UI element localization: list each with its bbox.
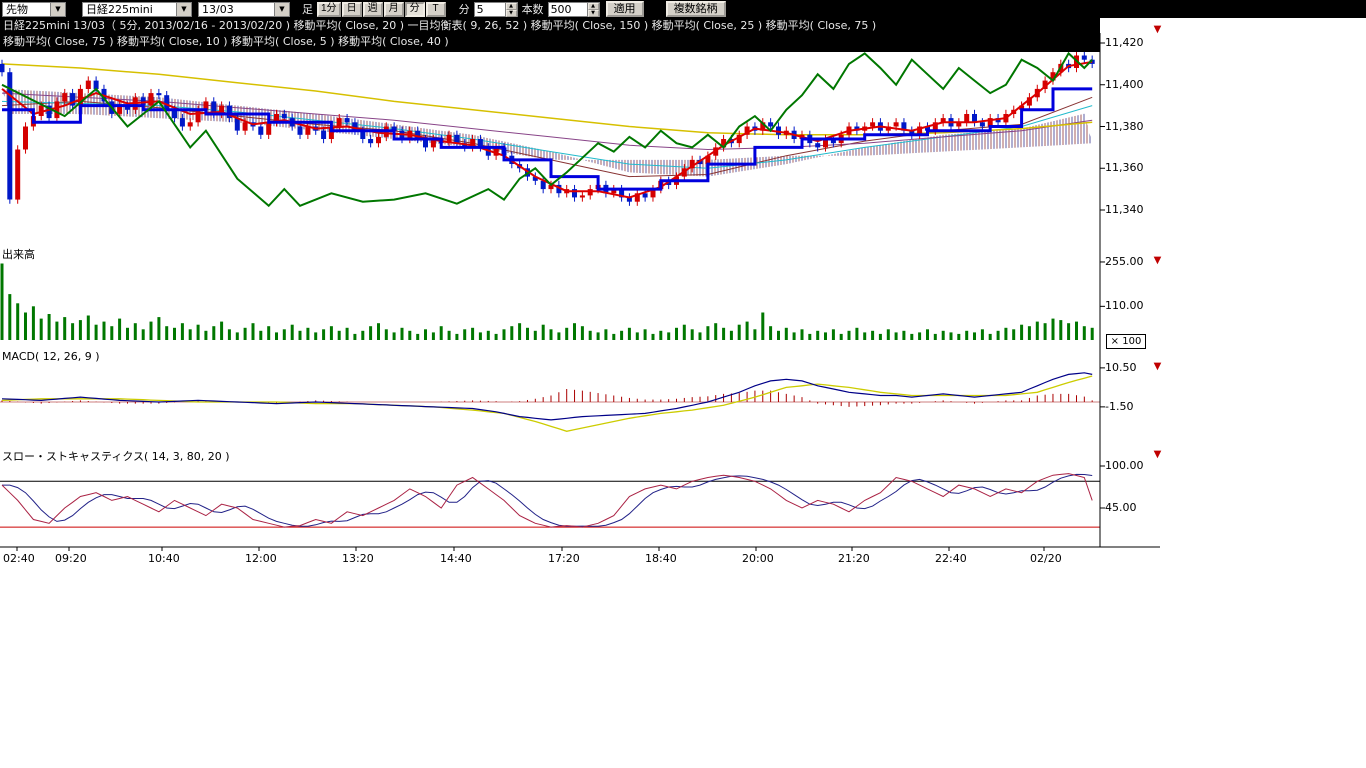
time-tick-label: 20:00: [742, 552, 774, 565]
period-button-day[interactable]: 日: [342, 2, 362, 17]
symbol-select[interactable]: 日経225mini ▼: [82, 2, 192, 17]
volume-tick-label: 110.00: [1105, 299, 1144, 312]
period-button-month[interactable]: 月: [384, 2, 404, 17]
chart-header: 日経225mini 13/03（ 5分, 2013/02/16 - 2013/0…: [0, 18, 1100, 52]
chart-header-line2: 移動平均( Close, 75 ) 移動平均( Close, 10 ) 移動平均…: [0, 34, 1100, 50]
ashi-label: 足: [302, 1, 313, 17]
contract-select[interactable]: 13/03 ▼: [198, 2, 290, 17]
bars-input[interactable]: [549, 3, 587, 16]
category-select[interactable]: 先物 ▼: [2, 2, 66, 17]
apply-button[interactable]: 適用: [606, 1, 644, 17]
volume-pane-label: 出来高: [2, 246, 35, 262]
price-tick-label: 11,400: [1105, 78, 1144, 91]
chevron-down-icon[interactable]: ▼: [176, 3, 191, 16]
category-select-value: 先物: [3, 3, 50, 16]
bars-label: 本数: [522, 1, 544, 17]
price-tick-label: 11,340: [1105, 203, 1144, 216]
minute-input[interactable]: [475, 3, 505, 16]
time-tick-label: 14:40: [440, 552, 472, 565]
stoch-tick-label: 100.00: [1105, 459, 1144, 472]
minute-label: 分: [459, 1, 470, 17]
spin-down-icon[interactable]: ▼: [588, 10, 599, 17]
macd-pane-label: MACD( 12, 26, 9 ): [2, 350, 100, 363]
bars-field-wrap: ▲ ▼: [548, 2, 600, 17]
price-tick-label: 11,360: [1105, 161, 1144, 174]
period-button-minute[interactable]: 分: [405, 2, 425, 17]
stoch-pane-label: スロー・ストキャスティクス( 14, 3, 80, 20 ): [2, 448, 230, 464]
price-pane-scroll-down-icon[interactable]: ▼: [1150, 24, 1165, 36]
chevron-down-icon[interactable]: ▼: [274, 3, 289, 16]
time-tick-label: 22:40: [935, 552, 967, 565]
trading-chart-app: 先物 ▼ 日経225mini ▼ 13/03 ▼ 足 1分 日 週 月 分 T …: [0, 0, 1366, 768]
time-tick-label: 10:40: [148, 552, 180, 565]
bars-spinner[interactable]: ▲ ▼: [587, 3, 599, 16]
chevron-down-icon[interactable]: ▼: [50, 3, 65, 16]
time-tick-label: 02:40: [3, 552, 35, 565]
volume-scale-box: × 100: [1106, 334, 1146, 349]
volume-pane-scroll-down-icon[interactable]: ▼: [1150, 255, 1165, 267]
symbol-select-value: 日経225mini: [83, 3, 176, 16]
macd-tick-label: -1.50: [1105, 400, 1133, 413]
time-tick-label: 13:20: [342, 552, 374, 565]
time-tick-label: 09:20: [55, 552, 87, 565]
time-tick-label: 17:20: [548, 552, 580, 565]
spin-up-icon[interactable]: ▲: [506, 3, 517, 10]
chart-header-line1: 日経225mini 13/03（ 5分, 2013/02/16 - 2013/0…: [0, 18, 1100, 34]
stoch-pane-scroll-down-icon[interactable]: ▼: [1150, 449, 1165, 461]
period-button-1min[interactable]: 1分: [317, 2, 341, 17]
price-tick-label: 11,380: [1105, 120, 1144, 133]
period-button-tick[interactable]: T: [426, 2, 446, 17]
contract-select-value: 13/03: [199, 3, 274, 16]
chart-canvas: [0, 0, 1366, 768]
minute-field-wrap: ▲ ▼: [474, 2, 518, 17]
macd-pane-scroll-down-icon[interactable]: ▼: [1150, 361, 1165, 373]
macd-tick-label: 10.50: [1105, 361, 1137, 374]
time-tick-label: 18:40: [645, 552, 677, 565]
multi-symbol-button[interactable]: 複数銘柄: [666, 1, 726, 17]
toolbar: 先物 ▼ 日経225mini ▼ 13/03 ▼ 足 1分 日 週 月 分 T …: [0, 0, 1366, 18]
spin-down-icon[interactable]: ▼: [506, 10, 517, 17]
period-button-week[interactable]: 週: [363, 2, 383, 17]
time-tick-label: 12:00: [245, 552, 277, 565]
minute-spinner[interactable]: ▲ ▼: [505, 3, 517, 16]
price-tick-label: 11,420: [1105, 36, 1144, 49]
spin-up-icon[interactable]: ▲: [588, 3, 599, 10]
volume-tick-label: 255.00: [1105, 255, 1144, 268]
time-tick-label: 02/20: [1030, 552, 1062, 565]
time-tick-label: 21:20: [838, 552, 870, 565]
stoch-tick-label: 45.00: [1105, 501, 1137, 514]
